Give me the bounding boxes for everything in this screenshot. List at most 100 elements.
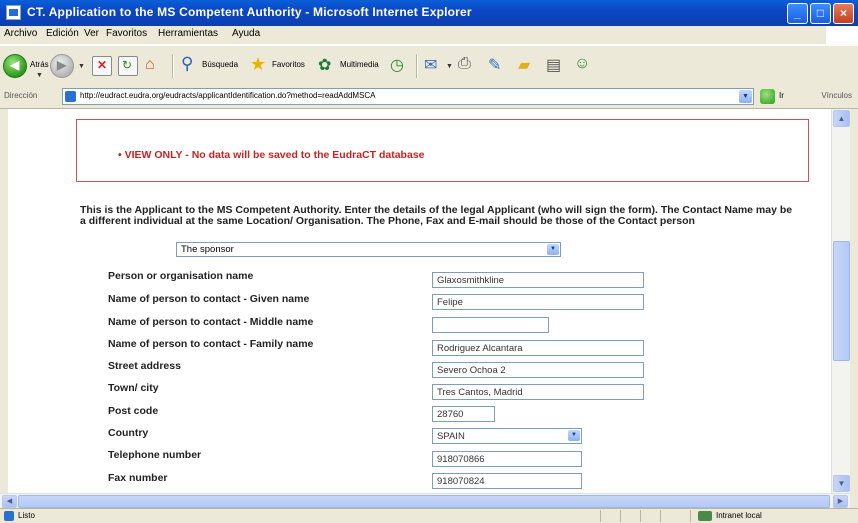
status-divider <box>620 510 621 522</box>
menu-archivo[interactable]: Archivo <box>4 28 37 39</box>
print-icon[interactable]: ⎙ <box>458 55 478 76</box>
multimedia-label[interactable]: Multimedia <box>340 60 379 69</box>
label-country: Country <box>108 427 149 439</box>
toolbar-separator <box>416 54 418 78</box>
address-dropdown-icon[interactable]: ▼ <box>739 90 752 103</box>
status-divider <box>690 510 691 522</box>
scroll-down-icon[interactable]: ▼ <box>833 475 850 492</box>
stop-icon[interactable]: ✕ <box>92 56 112 76</box>
organisation-name-value: Glaxosmithkline <box>437 275 505 286</box>
chevron-down-icon[interactable]: ▼ <box>568 430 580 441</box>
country-select[interactable]: SPAIN ▼ <box>432 428 582 444</box>
multimedia-icon[interactable]: ✿ <box>318 56 338 76</box>
town-city-value: Tres Cantos, Madrid <box>437 387 523 398</box>
chevron-down-icon[interactable]: ▼ <box>547 244 559 255</box>
back-dropdown-icon[interactable]: ▼ <box>36 72 43 79</box>
home-icon[interactable]: ⌂ <box>144 56 164 76</box>
country-value: SPAIN <box>437 431 465 442</box>
links-button[interactable]: Vínculos <box>821 91 852 100</box>
middle-name-field[interactable] <box>432 317 549 333</box>
favorites-icon[interactable]: ★ <box>250 54 270 76</box>
address-bar: Dirección http://eudract.eudra.org/eudra… <box>0 86 858 109</box>
forward-dropdown-icon[interactable]: ▼ <box>78 63 85 70</box>
go-arrow-icon[interactable] <box>760 89 775 104</box>
mail-dropdown-icon[interactable]: ▼ <box>446 63 453 70</box>
horizontal-scroll-thumb[interactable] <box>18 495 830 508</box>
vertical-scroll-thumb[interactable] <box>833 241 850 361</box>
menu-edicion[interactable]: Edición <box>46 28 79 39</box>
go-button[interactable]: Ir <box>779 91 784 100</box>
favorites-label[interactable]: Favoritos <box>272 60 305 69</box>
minimize-button[interactable]: _ <box>787 3 808 24</box>
status-bar: Listo Intranet local <box>0 508 858 523</box>
window-title: CT. Application to the MS Competent Auth… <box>27 5 472 19</box>
menu-ayuda[interactable]: Ayuda <box>232 28 260 39</box>
ie-page-icon <box>4 511 14 521</box>
intranet-zone-icon <box>698 511 712 521</box>
forward-icon[interactable]: ▶ <box>50 54 74 78</box>
label-telephone: Telephone number <box>108 449 202 461</box>
menu-bar: Archivo Edición Ver Favoritos Herramient… <box>0 26 858 45</box>
status-divider <box>660 510 661 522</box>
view-only-text: • VIEW ONLY - No data will be saved to t… <box>118 149 425 161</box>
scroll-left-icon[interactable]: ◀ <box>2 495 17 508</box>
page-content: • VIEW ONLY - No data will be saved to t… <box>8 109 831 493</box>
fax-value: 918070824 <box>437 476 485 487</box>
label-family-name: Name of person to contact - Family name <box>108 338 314 350</box>
close-button[interactable]: × <box>833 3 854 24</box>
history-icon[interactable]: ◷ <box>390 56 410 76</box>
applicant-type-select[interactable]: The sponsor ▼ <box>176 242 561 257</box>
refresh-icon[interactable]: ↻ <box>118 56 138 76</box>
windows-logo-icon <box>826 26 858 44</box>
label-post-code: Post code <box>108 405 159 417</box>
family-name-value: Rodriguez Alcantara <box>437 343 523 354</box>
mail-icon[interactable]: ✉ <box>424 56 444 76</box>
discuss-icon[interactable]: ▤ <box>546 56 566 76</box>
security-zone-label: Intranet local <box>716 511 762 520</box>
search-icon[interactable]: ⚲ <box>180 54 200 76</box>
given-name-field[interactable]: Felipe <box>432 294 644 310</box>
address-input[interactable]: http://eudract.eudra.org/eudracts/applic… <box>62 88 754 105</box>
horizontal-scrollbar[interactable]: ◀ ▶ <box>0 493 850 509</box>
messenger-icon[interactable]: ☺ <box>574 55 594 76</box>
address-url[interactable]: http://eudract.eudra.org/eudracts/applic… <box>80 91 376 100</box>
window-frame-left <box>0 109 8 493</box>
search-label[interactable]: Búsqueda <box>202 60 238 69</box>
applicant-description: This is the Applicant to the MS Competen… <box>80 204 793 227</box>
folder-icon[interactable]: ▰ <box>518 56 538 76</box>
ie-page-icon <box>6 5 21 20</box>
status-divider <box>640 510 641 522</box>
post-code-value: 28760 <box>437 409 464 420</box>
fax-field[interactable]: 918070824 <box>432 473 582 489</box>
post-code-field[interactable]: 28760 <box>432 406 495 422</box>
edit-icon[interactable]: ✎ <box>488 56 508 76</box>
town-city-field[interactable]: Tres Cantos, Madrid <box>432 384 644 400</box>
telephone-value: 918070866 <box>437 454 485 465</box>
label-middle-name: Name of person to contact - Middle name <box>108 316 314 328</box>
family-name-field[interactable]: Rodriguez Alcantara <box>432 340 644 356</box>
menu-favoritos[interactable]: Favoritos <box>106 28 147 39</box>
status-divider <box>600 510 601 522</box>
maximize-button[interactable]: □ <box>810 3 831 24</box>
telephone-field[interactable]: 918070866 <box>432 451 582 467</box>
label-fax: Fax number <box>108 472 168 484</box>
scroll-up-icon[interactable]: ▲ <box>833 110 850 127</box>
view-only-notice: • VIEW ONLY - No data will be saved to t… <box>76 119 809 182</box>
menu-ver[interactable]: Ver <box>84 28 99 39</box>
organisation-name-field[interactable]: Glaxosmithkline <box>432 272 644 288</box>
label-organisation-name: Person or organisation name <box>108 270 254 282</box>
back-icon[interactable]: ◀ <box>3 54 27 78</box>
label-given-name: Name of person to contact - Given name <box>108 293 310 305</box>
vertical-scrollbar[interactable]: ▲ ▼ <box>831 109 851 493</box>
street-address-value: Severo Ochoa 2 <box>437 365 506 376</box>
window-frame-right <box>850 109 858 509</box>
back-label[interactable]: Atrás <box>30 60 49 69</box>
status-text: Listo <box>18 511 35 520</box>
street-address-field[interactable]: Severo Ochoa 2 <box>432 362 644 378</box>
ie-page-icon <box>65 91 76 102</box>
menu-herramientas[interactable]: Herramientas <box>158 28 218 39</box>
scroll-right-icon[interactable]: ▶ <box>833 495 848 508</box>
toolbar: ◀ Atrás ▼ ▶ ▼ ✕ ↻ ⌂ ⚲ Búsqueda ★ Favorit… <box>0 45 858 87</box>
address-label: Dirección <box>4 91 38 100</box>
title-bar: CT. Application to the MS Competent Auth… <box>0 0 858 26</box>
